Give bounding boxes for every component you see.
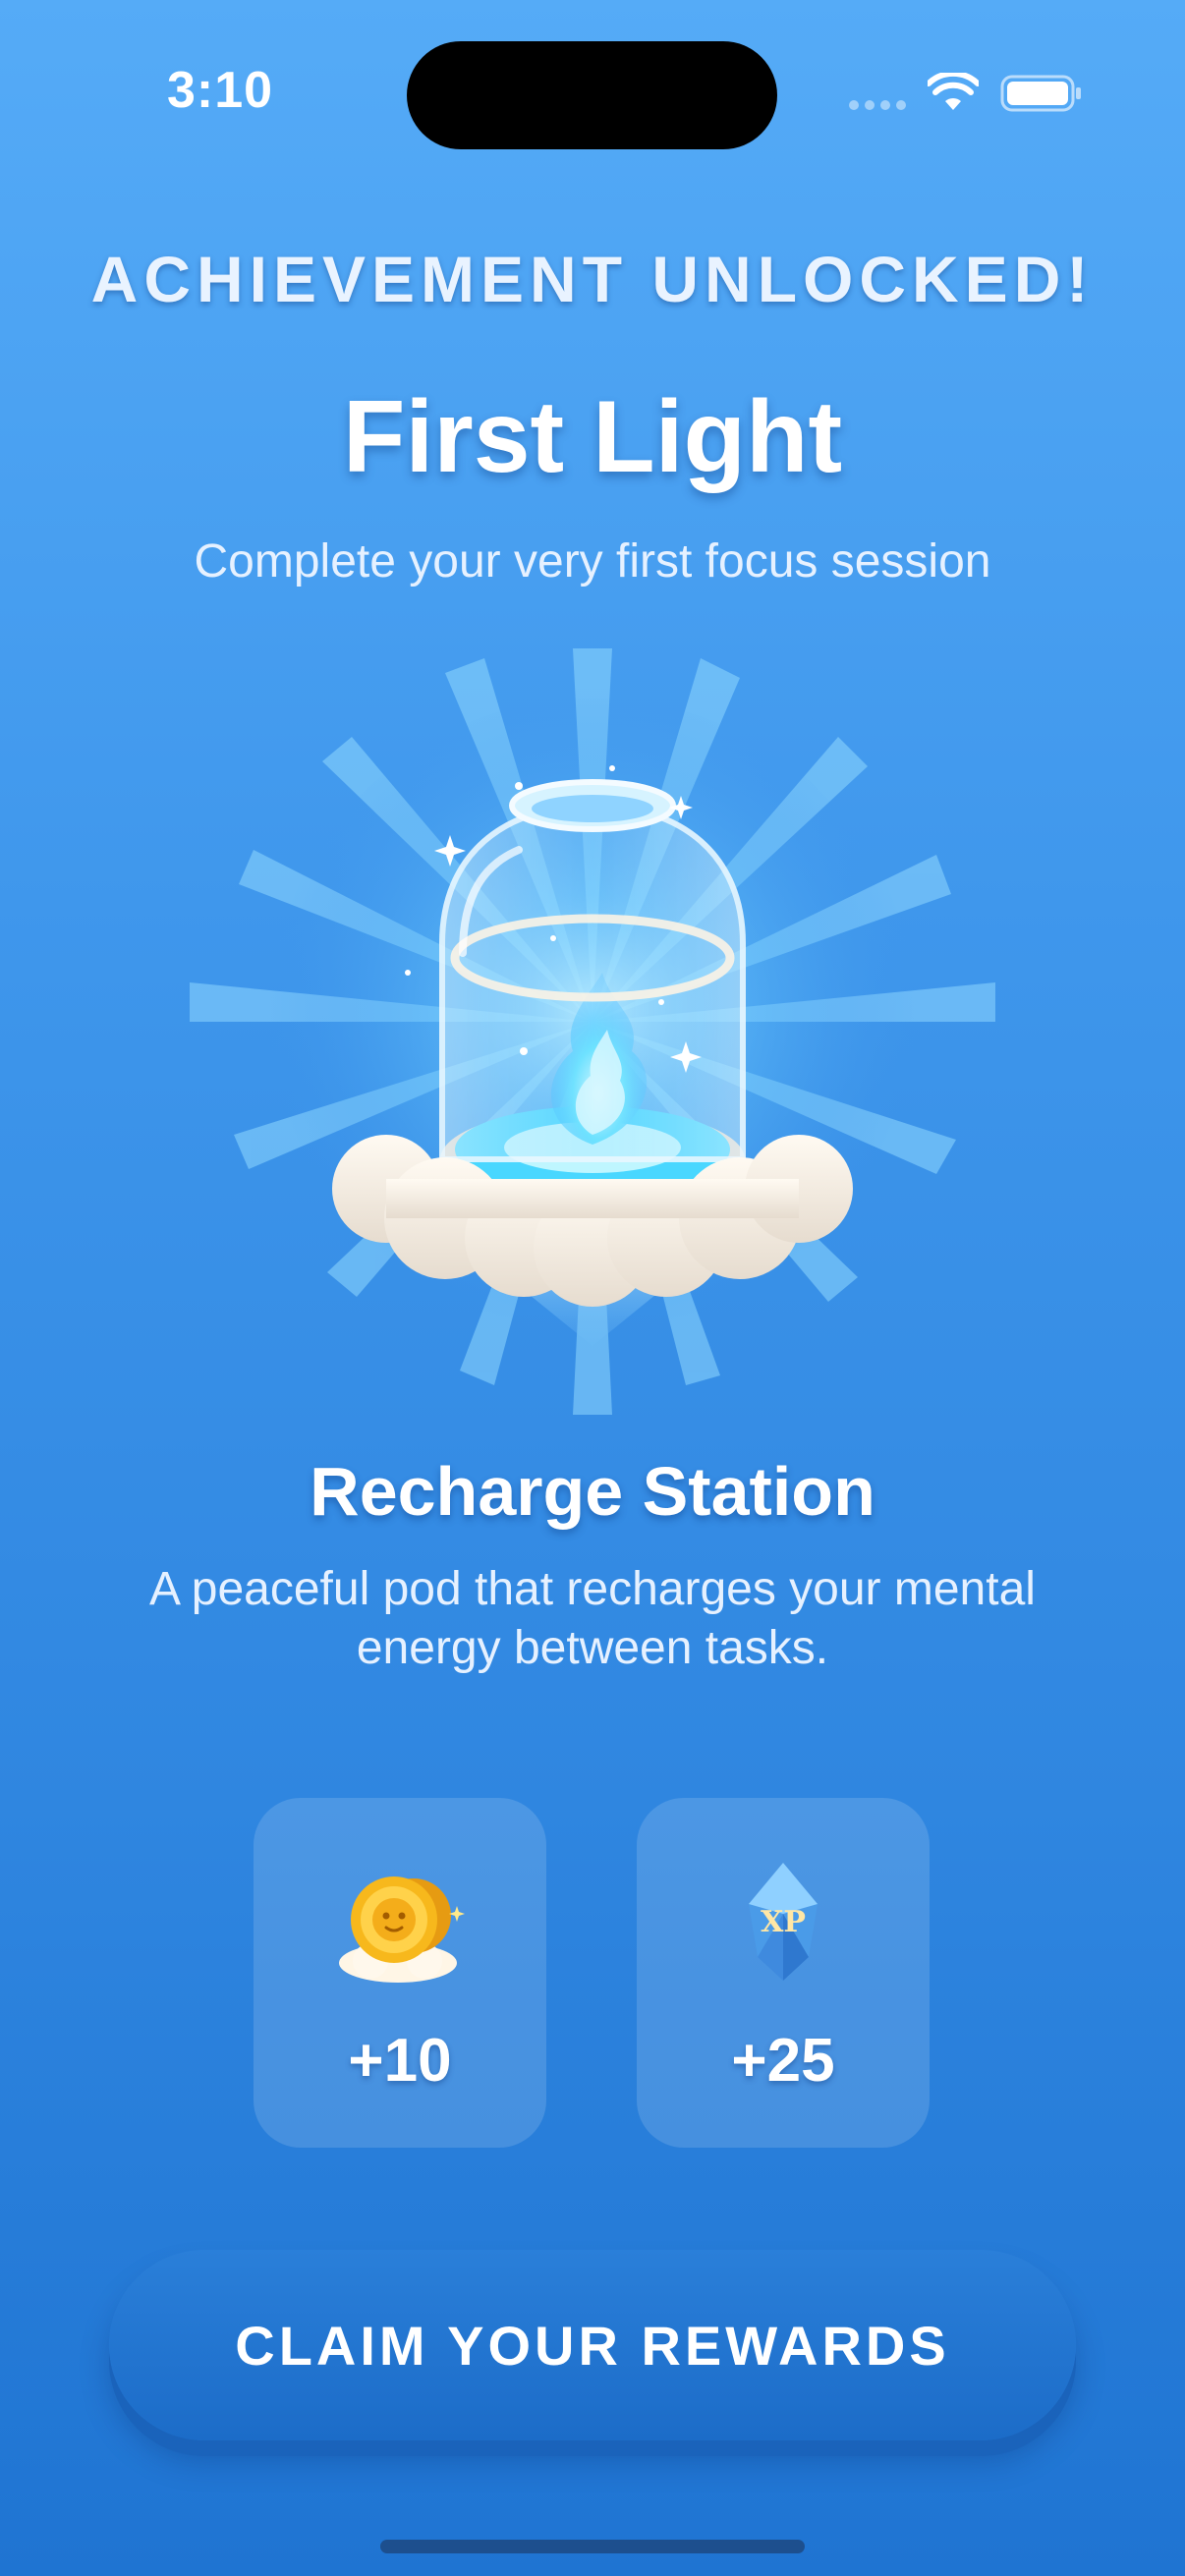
recharge-station-illustration xyxy=(190,648,995,1415)
item-description: A peaceful pod that recharges your menta… xyxy=(149,1563,1036,1674)
gold-coins-icon xyxy=(339,1876,465,1983)
dynamic-island xyxy=(407,41,777,149)
battery-icon xyxy=(1000,75,1081,112)
claim-rewards-button[interactable]: CLAIM YOUR REWARDS xyxy=(109,2250,1076,2440)
wifi-icon xyxy=(928,73,979,110)
coins-reward-card: +10 xyxy=(254,1798,546,2148)
cellular-signal-icon xyxy=(849,100,906,110)
status-time: 3:10 xyxy=(167,62,274,119)
home-indicator[interactable] xyxy=(380,2540,805,2553)
item-name: Recharge Station xyxy=(310,1453,875,1530)
claim-rewards-label: CLAIM YOUR REWARDS xyxy=(235,2314,950,2377)
xp-reward-card: XP +25 xyxy=(637,1798,930,2148)
achievement-subtitle: Complete your very first focus session xyxy=(194,535,991,588)
achievement-title: First Light xyxy=(342,380,843,494)
xp-reward-value: +25 xyxy=(731,2027,835,2095)
svg-text:XP: XP xyxy=(761,1905,806,1939)
coins-reward-value: +10 xyxy=(348,2027,452,2095)
xp-crystal-icon: XP xyxy=(749,1863,818,1981)
status-bar: 3:10 xyxy=(0,0,1185,187)
achievement-unlocked-label: ACHIEVEMENT UNLOCKED! xyxy=(90,243,1095,315)
